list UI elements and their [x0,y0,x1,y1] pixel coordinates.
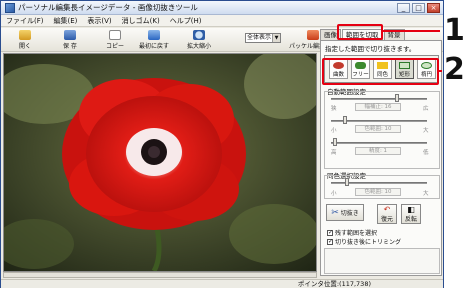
same-color-slider-thumb[interactable] [345,178,349,186]
keep-range-checkbox[interactable]: ✓ 残す範囲を選択 [327,228,377,237]
width-slider-track [331,98,427,100]
same-color-value: 色範囲: 10 [355,188,401,196]
open-button[interactable]: 開く [19,30,31,50]
checkbox-checked-icon: ✓ [327,228,334,236]
precision-slider-track [331,142,427,144]
width-value: 幅補正: 16 [355,103,401,111]
undo-arrow-icon [148,30,160,40]
menu-view[interactable]: 表示(V) [82,16,116,26]
width-slider-thumb[interactable] [395,94,399,102]
app-window: パーソナル編集長イメージデータ - 画像切抜きツール _ □ × ファイル(F)… [0,0,444,288]
copy-button[interactable]: コピー [106,30,124,50]
zoom-button[interactable]: 拡大縮小 [187,30,211,50]
maximize-button[interactable]: □ [412,3,425,13]
menu-edit[interactable]: 編集(E) [49,16,83,26]
menu-file[interactable]: ファイル(F) [1,16,49,26]
invert-icon: ◧ [407,204,415,214]
highlight-tab [337,24,383,40]
scissors-icon: ✂ [331,207,339,218]
minimize-button[interactable]: _ [397,3,410,13]
editor-app-icon [307,30,319,40]
window-controls: _ □ × [397,3,440,13]
app-icon [5,2,15,13]
image-canvas[interactable] [3,53,317,272]
save-button[interactable]: 保 存 [63,30,77,50]
floppy-icon [63,30,76,40]
magnifier-icon [193,30,205,40]
precision-slider-thumb[interactable] [333,138,337,146]
window-title: パーソナル編集長イメージデータ - 画像切抜きツール [18,3,198,12]
menu-eraser[interactable]: 消しゴム(K) [117,16,165,26]
zoom-select[interactable]: 全体表示 ▼ [245,33,281,43]
color-range-value: 色範囲: 10 [355,125,401,133]
chevron-down-icon: ▼ [272,34,280,42]
callout-line-2 [439,70,442,72]
callout-number-1: 1 [444,13,465,48]
invert-button[interactable]: ◧ 反転 [401,204,421,224]
color-range-slider-thumb[interactable] [343,116,347,124]
horizontal-scrollbar[interactable] [3,272,317,278]
folder-icon [19,30,31,40]
trim-after-cut-checkbox[interactable]: ✓ 切り抜き後にトリミング [327,237,401,246]
callout-number-2: 2 [444,52,465,87]
undo-arrow-icon: ↶ [383,204,391,214]
checkbox-checked-icon: ✓ [327,237,334,245]
title-bar: パーソナル編集長イメージデータ - 画像切抜きツール _ □ × [1,1,443,15]
precision-value: 精度: 1 [355,147,401,155]
highlight-tools [322,58,439,85]
close-button[interactable]: × [427,3,440,13]
pointer-position: ポインタ位置:(117,738) [297,280,371,288]
restore-button[interactable]: ↶ 復元 [377,204,397,224]
cut-button[interactable]: ✂ 切抜き [326,204,364,221]
info-box [324,248,440,274]
copy-icon [109,30,121,40]
status-bar: ポインタ位置:(117,738) [1,279,443,288]
panel-subtitle: 指定した範囲で切り抜きます。 [325,45,416,53]
callout-line-1 [383,30,440,32]
menu-help[interactable]: ヘルプ(H) [165,16,207,26]
flower-photo [4,54,316,271]
revert-button[interactable]: 最初に戻す [139,30,169,50]
